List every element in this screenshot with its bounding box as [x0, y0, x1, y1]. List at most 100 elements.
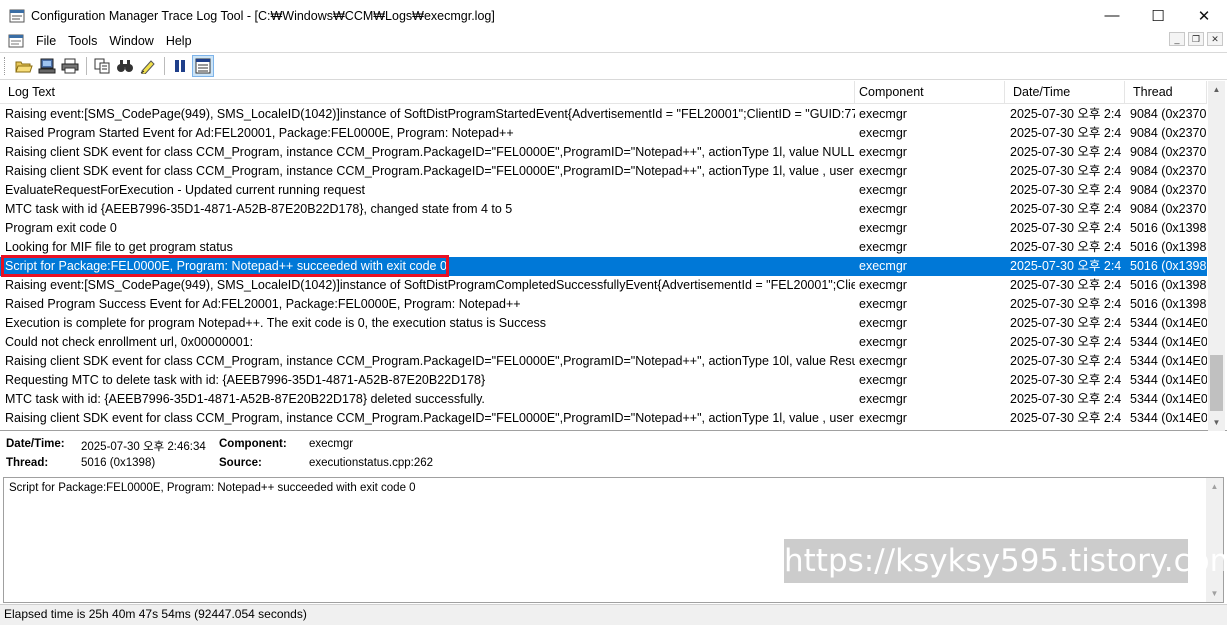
print-icon[interactable]: [59, 55, 81, 77]
log-row[interactable]: Raising client SDK event for class CCM_P…: [0, 143, 1207, 162]
log-row-datetime: 2025-07-30 오후 2:4: [1010, 392, 1122, 406]
log-row-datetime: 2025-07-30 오후 2:4: [1010, 221, 1122, 235]
log-row-component: execmgr: [859, 392, 907, 406]
mdi-restore-button[interactable]: ❐: [1188, 32, 1204, 46]
log-row-thread: 5016 (0x1398: [1130, 259, 1207, 273]
log-row-component: execmgr: [859, 107, 907, 121]
log-list-scrollbar[interactable]: ▲ ▼: [1208, 81, 1225, 431]
log-row-text: Raised Program Success Event for Ad:FEL2…: [5, 297, 521, 311]
log-row-thread: 9084 (0x2370: [1130, 145, 1207, 159]
app-icon: [9, 8, 25, 24]
column-header-component[interactable]: Component: [855, 81, 1005, 104]
log-row[interactable]: Script for Package:FEL0000E, Program: No…: [0, 257, 1207, 276]
log-row-text: Script for Package:FEL0000E, Program: No…: [5, 259, 447, 273]
log-row-thread: 5016 (0x1398: [1130, 221, 1207, 235]
log-row[interactable]: Raising client SDK event for class CCM_P…: [0, 352, 1207, 371]
log-row-thread: 5344 (0x14E0: [1130, 392, 1207, 406]
log-rows: Raising event:[SMS_CodePage(949), SMS_Lo…: [0, 105, 1207, 431]
log-row[interactable]: MTC task with id: {AEEB7996-35D1-4871-A5…: [0, 390, 1207, 409]
column-header-log-text[interactable]: Log Text: [0, 81, 855, 104]
log-row[interactable]: Program exit code 0 execmgr 2025-07-30 오후 …: [0, 219, 1207, 238]
log-row-thread: 5016 (0x1398: [1130, 278, 1207, 292]
window-title: Configuration Manager Trace Log Tool - […: [31, 8, 495, 23]
log-row-text: Raising client SDK event for class CCM_P…: [5, 145, 855, 159]
mdi-minimize-button[interactable]: _: [1169, 32, 1185, 46]
minimize-button[interactable]: —: [1089, 0, 1135, 31]
log-row-text: MTC task with id {AEEB7996-35D1-4871-A52…: [5, 202, 513, 216]
open-icon[interactable]: [13, 55, 35, 77]
log-row-datetime: 2025-07-30 오후 2:4: [1010, 278, 1122, 292]
log-row-component: execmgr: [859, 240, 907, 254]
log-row[interactable]: EvaluateRequestForExecution - Updated cu…: [0, 181, 1207, 200]
log-row[interactable]: MTC task with id {AEEB7996-35D1-4871-A52…: [0, 200, 1207, 219]
log-row-thread: 9084 (0x2370: [1130, 126, 1207, 140]
log-row-datetime: 2025-07-30 오후 2:4: [1010, 373, 1122, 387]
filter-icon[interactable]: [192, 55, 214, 77]
title-bar: Configuration Manager Trace Log Tool - […: [0, 0, 1227, 31]
log-row-datetime: 2025-07-30 오후 2:4: [1010, 240, 1122, 254]
log-row[interactable]: Raising event:[SMS_CodePage(949), SMS_Lo…: [0, 276, 1207, 295]
log-row-component: execmgr: [859, 297, 907, 311]
menu-tools[interactable]: Tools: [62, 31, 103, 51]
scroll-up-icon[interactable]: ▲: [1208, 81, 1225, 98]
message-pane-scrollbar[interactable]: ▲ ▼: [1206, 478, 1223, 602]
log-row-datetime: 2025-07-30 오후 2:4: [1010, 335, 1122, 349]
log-row-datetime: 2025-07-30 오후 2:4: [1010, 107, 1122, 121]
copy-icon[interactable]: [91, 55, 113, 77]
log-row-datetime: 2025-07-30 오후 2:4: [1010, 259, 1122, 273]
log-row-component: execmgr: [859, 202, 907, 216]
log-row-component: execmgr: [859, 259, 907, 273]
log-row-component: execmgr: [859, 316, 907, 330]
component-label: Component:: [219, 438, 287, 450]
message-text: Script for Package:FEL0000E, Program: No…: [9, 482, 416, 494]
open-network-icon[interactable]: [36, 55, 58, 77]
watermark: https://ksyksy595.tistory.com: [784, 539, 1227, 583]
log-row-component: execmgr: [859, 145, 907, 159]
menu-window[interactable]: Window: [103, 31, 159, 51]
mdi-close-button[interactable]: ✕: [1207, 32, 1223, 46]
toolbar-grip[interactable]: [4, 57, 7, 75]
log-row-text: Raised Program Started Event for Ad:FEL2…: [5, 126, 514, 140]
log-row[interactable]: Raised Program Started Event for Ad:FEL2…: [0, 124, 1207, 143]
log-row-thread: 5344 (0x14E0: [1130, 354, 1207, 368]
log-row-text: Raising client SDK event for class CCM_P…: [5, 354, 855, 368]
menu-help[interactable]: Help: [160, 31, 198, 51]
log-row-text: EvaluateRequestForExecution - Updated cu…: [5, 183, 365, 197]
menu-file[interactable]: File: [30, 31, 62, 51]
log-row[interactable]: Looking for MIF file to get program stat…: [0, 238, 1207, 257]
highlight-icon[interactable]: [137, 55, 159, 77]
menu-bar: File Tools Window Help: [0, 31, 1227, 51]
log-list[interactable]: Log Text Component Date/Time Thread Rais…: [0, 81, 1227, 431]
log-row-thread: 5016 (0x1398: [1130, 297, 1207, 311]
pause-icon[interactable]: [169, 55, 191, 77]
log-row-datetime: 2025-07-30 오후 2:4: [1010, 411, 1122, 425]
scroll-down-icon[interactable]: ▼: [1206, 585, 1223, 602]
find-icon[interactable]: [114, 55, 136, 77]
scrollbar-thumb[interactable]: [1210, 355, 1223, 411]
log-row-component: execmgr: [859, 411, 907, 425]
log-row-component: execmgr: [859, 354, 907, 368]
maximize-button[interactable]: ☐: [1135, 0, 1181, 31]
log-row-thread: 9084 (0x2370: [1130, 183, 1207, 197]
column-header-thread[interactable]: Thread: [1125, 81, 1207, 104]
log-row[interactable]: Could not check enrollment url, 0x000000…: [0, 333, 1207, 352]
status-bar: Elapsed time is 25h 40m 47s 54ms (92447.…: [0, 604, 1227, 625]
column-header-datetime[interactable]: Date/Time: [1005, 81, 1125, 104]
log-row-text: Requesting MTC to delete task with id: {…: [5, 373, 486, 387]
log-row[interactable]: Execution is complete for program Notepa…: [0, 314, 1207, 333]
log-row[interactable]: Requesting MTC to delete task with id: {…: [0, 371, 1207, 390]
close-button[interactable]: ✕: [1181, 0, 1227, 31]
log-row-component: execmgr: [859, 221, 907, 235]
document-icon[interactable]: [8, 34, 24, 48]
log-row[interactable]: Raised Program Success Event for Ad:FEL2…: [0, 295, 1207, 314]
log-row[interactable]: Raising client SDK event for class CCM_P…: [0, 409, 1207, 428]
log-row[interactable]: Raising client SDK event for class CCM_P…: [0, 162, 1207, 181]
log-row-text: MTC task with id: {AEEB7996-35D1-4871-A5…: [5, 392, 485, 406]
log-row-datetime: 2025-07-30 오후 2:4: [1010, 202, 1122, 216]
scroll-down-icon[interactable]: ▼: [1208, 414, 1225, 431]
log-row[interactable]: Raising event:[SMS_CodePage(949), SMS_Lo…: [0, 105, 1207, 124]
log-row-datetime: 2025-07-30 오후 2:4: [1010, 183, 1122, 197]
scroll-up-icon[interactable]: ▲: [1206, 478, 1223, 495]
component-value: execmgr: [309, 438, 354, 450]
log-row-datetime: 2025-07-30 오후 2:4: [1010, 297, 1122, 311]
